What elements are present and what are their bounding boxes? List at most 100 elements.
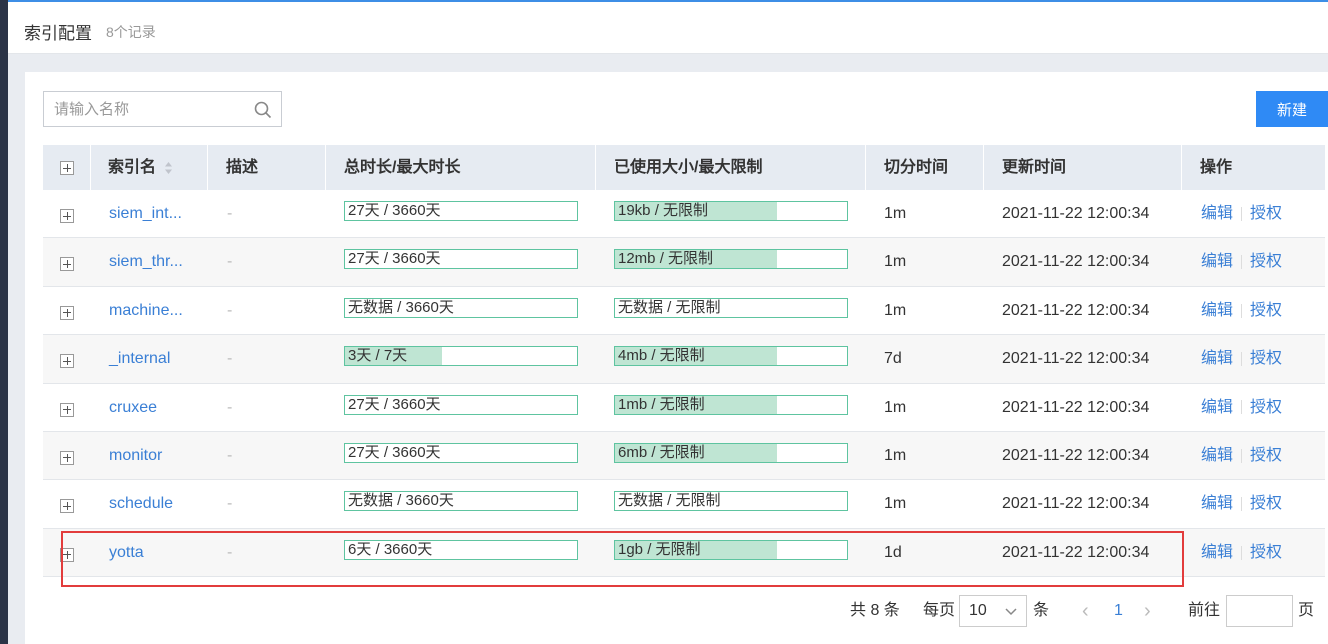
split-time-cell: 1m	[884, 446, 907, 464]
goto-unit: 页	[1298, 602, 1315, 619]
expand-row-icon[interactable]	[60, 354, 74, 369]
description-cell: -	[227, 350, 233, 368]
authorize-link[interactable]: 授权	[1250, 447, 1282, 464]
expand-row-icon[interactable]	[60, 402, 74, 417]
edit-link[interactable]: 编辑	[1201, 544, 1233, 561]
size-bar: 无数据 / 无限制	[614, 491, 848, 512]
table-row: yotta - 6天 / 3660天 1gb / 无限制 1d 2021-11-22 12…	[43, 528, 1325, 578]
page-title: 索引配置	[24, 24, 92, 43]
table-row: _internal - 3天 / 7天 4mb / 无限制 7d 2021-11-22 1…	[43, 335, 1325, 384]
actions-cell: 编辑 授权	[1201, 238, 1282, 285]
duration-text: 27天 / 3660天	[348, 443, 441, 461]
edit-link[interactable]: 编辑	[1201, 399, 1233, 416]
search-icon[interactable]	[254, 101, 272, 119]
col-duration: 总时长/最大时长	[344, 159, 461, 176]
edit-link[interactable]: 编辑	[1201, 205, 1233, 222]
index-table: 索引名 描述 总时长/最大时长 已使用大小/最大限制 切分时间 更新时间 操作 …	[43, 145, 1325, 578]
edit-link[interactable]: 编辑	[1201, 495, 1233, 512]
edit-link[interactable]: 编辑	[1201, 302, 1233, 319]
authorize-link[interactable]: 授权	[1250, 253, 1282, 270]
description-cell: -	[227, 301, 233, 319]
search-box[interactable]	[43, 91, 282, 127]
split-time-cell: 1m	[884, 398, 907, 416]
expand-row-icon[interactable]	[60, 257, 74, 272]
per-page-label: 每页	[923, 602, 956, 619]
authorize-link[interactable]: 授权	[1250, 302, 1282, 319]
duration-bar: 无数据 / 3660天	[344, 297, 578, 318]
actions-cell: 编辑 授权	[1201, 384, 1282, 431]
edit-link[interactable]: 编辑	[1201, 253, 1233, 270]
size-bar: 19kb / 无限制	[614, 201, 848, 221]
description-cell: -	[227, 398, 233, 416]
updated-time-cell: 2021-11-22 12:00:34	[1002, 398, 1150, 416]
record-count: 8个记录	[106, 24, 156, 40]
authorize-link[interactable]: 授权	[1250, 399, 1282, 416]
actions-cell: 编辑 授权	[1201, 432, 1282, 479]
size-bar: 1mb / 无限制	[614, 394, 848, 415]
expand-row-icon[interactable]	[60, 450, 74, 465]
index-name-link[interactable]: yotta	[109, 529, 144, 576]
chevron-down-icon	[1005, 608, 1017, 616]
duration-bar: 无数据 / 3660天	[344, 491, 578, 512]
expand-row-icon[interactable]	[60, 209, 74, 223]
table-row: monitor - 27天 / 3660天 6mb / 无限制 1m 2021-11-22…	[43, 431, 1325, 481]
search-input[interactable]	[44, 92, 244, 126]
col-split: 切分时间	[884, 159, 949, 176]
size-bar: 无数据 / 无限制	[614, 297, 848, 318]
index-name-link[interactable]: schedule	[109, 480, 173, 527]
duration-text: 27天 / 3660天	[348, 395, 441, 413]
description-cell: -	[227, 205, 233, 222]
authorize-link[interactable]: 授权	[1250, 205, 1282, 222]
col-actions: 操作	[1200, 159, 1233, 176]
duration-text: 无数据 / 3660天	[348, 298, 454, 316]
expand-all-icon[interactable]	[60, 161, 74, 175]
prev-page-button[interactable]: ‹	[1082, 595, 1089, 627]
expand-row-icon[interactable]	[60, 499, 74, 514]
index-name-link[interactable]: machine...	[109, 287, 183, 334]
per-page-select[interactable]: 10	[959, 595, 1027, 627]
split-time-cell: 1m	[884, 253, 907, 271]
updated-time-cell: 2021-11-22 12:00:34	[1002, 205, 1150, 222]
authorize-link[interactable]: 授权	[1250, 350, 1282, 367]
expand-row-icon[interactable]	[60, 305, 74, 320]
index-name-link[interactable]: siem_thr...	[109, 238, 183, 285]
size-text: 1gb / 无限制	[618, 540, 701, 558]
updated-time-cell: 2021-11-22 12:00:34	[1002, 253, 1150, 271]
goto-page-input[interactable]	[1226, 595, 1293, 627]
index-name-link[interactable]: cruxee	[109, 384, 157, 431]
index-name-link[interactable]: siem_int...	[109, 190, 182, 237]
size-text: 1mb / 无限制	[618, 395, 705, 413]
col-name[interactable]: 索引名	[108, 145, 173, 190]
index-name-link[interactable]: monitor	[109, 432, 162, 479]
authorize-link[interactable]: 授权	[1250, 495, 1282, 512]
col-updated: 更新时间	[1002, 159, 1067, 176]
expand-row-icon[interactable]	[60, 547, 74, 562]
duration-bar: 3天 / 7天	[344, 346, 578, 367]
actions-cell: 编辑 授权	[1201, 480, 1282, 527]
index-name-link[interactable]: _internal	[109, 335, 170, 382]
sort-icon[interactable]	[164, 161, 173, 175]
table-row: siem_thr... - 27天 / 3660天 12mb / 无限制 1m 2021-…	[43, 238, 1325, 287]
split-time-cell: 1d	[884, 543, 902, 561]
size-text: 无数据 / 无限制	[618, 492, 721, 510]
next-page-button[interactable]: ›	[1144, 595, 1151, 627]
duration-bar: 27天 / 3660天	[344, 249, 578, 270]
page-1-button[interactable]: 1	[1114, 595, 1123, 627]
duration-bar: 27天 / 3660天	[344, 394, 578, 415]
new-button[interactable]: 新建	[1256, 91, 1328, 127]
split-time-cell: 1m	[884, 495, 907, 513]
actions-cell: 编辑 授权	[1201, 190, 1282, 237]
edit-link[interactable]: 编辑	[1201, 447, 1233, 464]
edit-link[interactable]: 编辑	[1201, 350, 1233, 367]
authorize-link[interactable]: 授权	[1250, 544, 1282, 561]
updated-time-cell: 2021-11-22 12:00:34	[1002, 350, 1150, 368]
duration-text: 27天 / 3660天	[348, 202, 441, 219]
page-header: 索引配置 8个记录	[8, 2, 1328, 54]
duration-text: 27天 / 3660天	[348, 250, 441, 268]
size-text: 19kb / 无限制	[618, 202, 709, 219]
pagination-total: 共 8 条	[850, 602, 900, 619]
description-cell: -	[227, 543, 233, 561]
table-row: machine... - 无数据 / 3660天 无数据 / 无限制 1m 2021-11…	[43, 287, 1325, 336]
goto-label: 前往	[1188, 602, 1221, 619]
actions-cell: 编辑 授权	[1201, 529, 1282, 576]
